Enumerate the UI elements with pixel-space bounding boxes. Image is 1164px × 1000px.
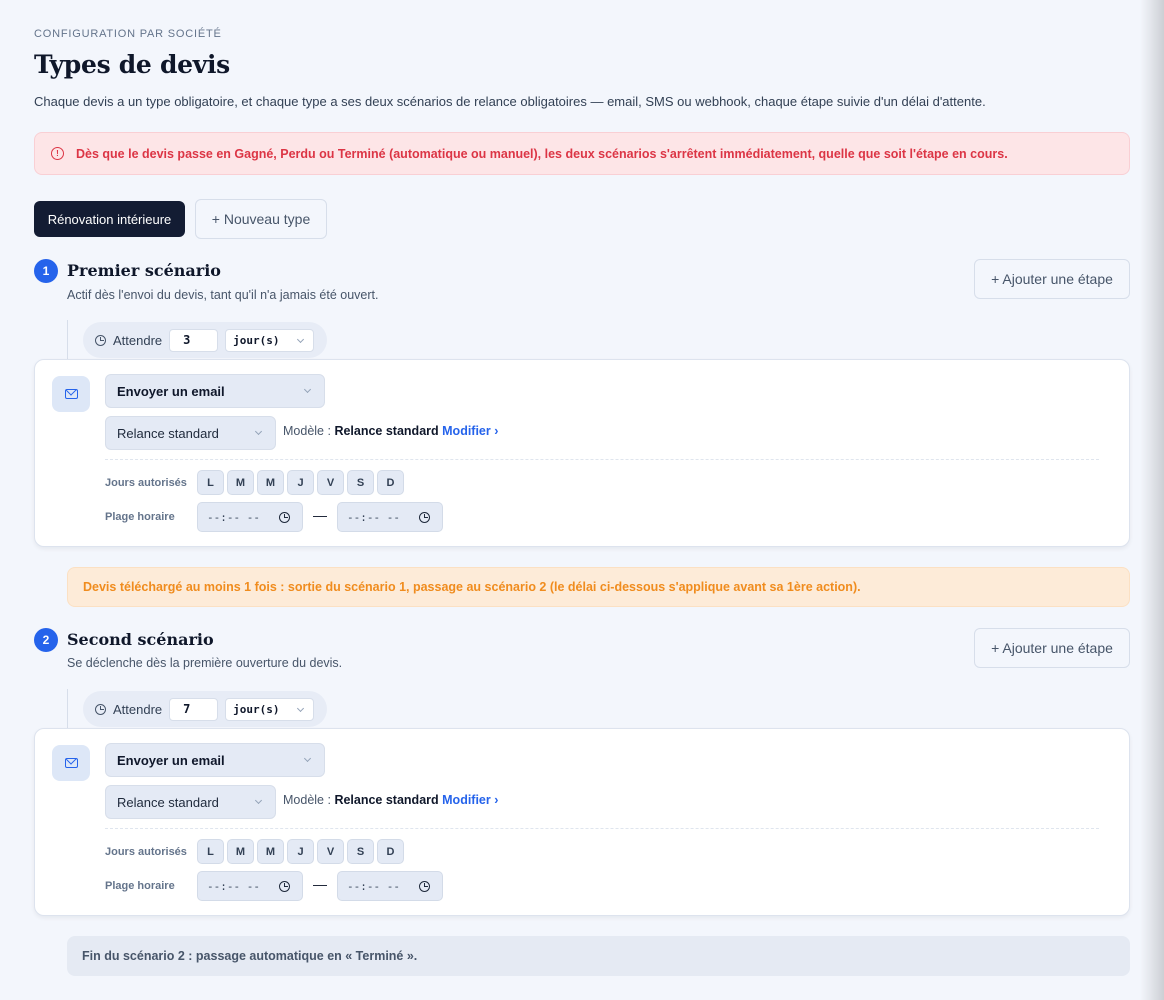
day-toggle-monday[interactable]: L — [197, 839, 224, 864]
stop-alert: ! Dès que le devis passe en Gagné, Perdu… — [34, 132, 1130, 175]
model-label: Modèle : — [283, 793, 331, 807]
day-toggle-monday[interactable]: L — [197, 470, 224, 495]
step-template-select[interactable]: Relance standard — [105, 416, 276, 450]
step-template-value: Relance standard — [117, 794, 219, 810]
wait-unit-value: jour(s) — [233, 702, 280, 716]
page-title: Types de devis — [34, 50, 230, 79]
step-template-value: Relance standard — [117, 425, 219, 441]
wait-label: Attendre — [113, 332, 163, 348]
tab-renovation-interieure[interactable]: Rénovation intérieure — [34, 201, 185, 237]
scenario-2-wait: Attendre 7 jour(s) — [83, 691, 327, 727]
time-range-label: Plage horaire — [105, 880, 175, 892]
clock-icon — [95, 703, 106, 715]
wait-unit-value: jour(s) — [233, 333, 280, 347]
chevron-down-icon — [254, 427, 263, 436]
scenario-1-wait: Attendre 3 jour(s) — [83, 322, 327, 358]
step-action-select[interactable]: Envoyer un email — [105, 374, 325, 408]
scenario-2-number: 2 — [34, 628, 58, 652]
wait-unit-select[interactable]: jour(s) — [225, 697, 315, 721]
day-toggle-saturday[interactable]: S — [347, 839, 374, 864]
scenario-1-title: Premier scénario — [67, 261, 221, 280]
day-toggle-friday[interactable]: V — [317, 470, 344, 495]
transition-note: Devis téléchargé au moins 1 fois : sorti… — [67, 567, 1130, 607]
divider — [105, 459, 1099, 460]
chevron-down-icon — [303, 754, 312, 763]
new-type-button[interactable]: + Nouveau type — [195, 199, 327, 239]
step-template-select[interactable]: Relance standard — [105, 785, 276, 819]
chevron-down-icon — [303, 385, 312, 394]
page-subtitle: Chaque devis a un type obligatoire, et c… — [34, 94, 986, 109]
alert-text: Dès que le devis passe en Gagné, Perdu o… — [76, 146, 1008, 161]
start-time-input[interactable]: --:-- -- — [197, 502, 303, 532]
scenario-2-title: Second scénario — [67, 630, 214, 649]
scenario-2-add-step-button[interactable]: + Ajouter une étape — [974, 628, 1130, 668]
clock-icon — [419, 881, 430, 892]
chevron-down-icon — [254, 796, 263, 805]
day-toggle-thursday[interactable]: J — [287, 839, 314, 864]
time-range-separator: — — [313, 507, 327, 523]
edit-model-link[interactable]: Modifier › — [442, 424, 498, 438]
scenario-1-add-step-button[interactable]: + Ajouter une étape — [974, 259, 1130, 299]
step-action-value: Envoyer un email — [117, 383, 225, 399]
wait-value-input[interactable]: 3 — [169, 328, 219, 352]
end-time-value: --:-- -- — [347, 879, 400, 893]
end-time-input[interactable]: --:-- -- — [337, 871, 443, 901]
day-toggle-tuesday[interactable]: M — [227, 839, 254, 864]
chevron-down-icon — [297, 704, 305, 712]
day-toggle-wednesday[interactable]: M — [257, 839, 284, 864]
step-type-badge — [52, 376, 90, 412]
day-toggle-saturday[interactable]: S — [347, 470, 374, 495]
scenario-1-timeline — [67, 320, 68, 360]
right-edge-shadow — [1140, 0, 1164, 1000]
model-info: Modèle : Relance standard Modifier › — [283, 793, 498, 807]
clock-icon — [419, 512, 430, 523]
allowed-days: L M M J V S D — [197, 470, 407, 495]
mail-icon — [64, 389, 78, 399]
page-eyebrow: CONFIGURATION PAR SOCIÉTÉ — [34, 28, 222, 40]
step-action-select[interactable]: Envoyer un email — [105, 743, 325, 777]
time-range-separator: — — [313, 876, 327, 892]
step-type-badge — [52, 745, 90, 781]
chevron-down-icon — [297, 335, 305, 343]
model-label: Modèle : — [283, 424, 331, 438]
scenario-2-timeline — [67, 689, 68, 729]
time-range-label: Plage horaire — [105, 511, 175, 523]
model-name: Relance standard — [334, 424, 439, 438]
wait-label: Attendre — [113, 701, 163, 717]
end-note: Fin du scénario 2 : passage automatique … — [67, 936, 1130, 976]
start-time-input[interactable]: --:-- -- — [197, 871, 303, 901]
start-time-value: --:-- -- — [207, 510, 260, 524]
allowed-days-label: Jours autorisés — [105, 477, 187, 489]
scenario-2-description: Se déclenche dès la première ouverture d… — [67, 656, 343, 670]
end-time-input[interactable]: --:-- -- — [337, 502, 443, 532]
scenario-1-number: 1 — [34, 259, 58, 283]
clock-icon — [279, 881, 290, 892]
step-action-value: Envoyer un email — [117, 752, 225, 768]
start-time-value: --:-- -- — [207, 879, 260, 893]
edit-model-link[interactable]: Modifier › — [442, 793, 498, 807]
clock-icon — [95, 334, 106, 346]
allowed-days: L M M J V S D — [197, 839, 407, 864]
day-toggle-thursday[interactable]: J — [287, 470, 314, 495]
divider — [105, 828, 1099, 829]
clock-icon — [279, 512, 290, 523]
mail-icon — [64, 758, 78, 768]
day-toggle-sunday[interactable]: D — [377, 470, 404, 495]
day-toggle-tuesday[interactable]: M — [227, 470, 254, 495]
scenario-1-step-card: Envoyer un email Relance standard Modèle… — [34, 359, 1130, 547]
day-toggle-friday[interactable]: V — [317, 839, 344, 864]
day-toggle-wednesday[interactable]: M — [257, 470, 284, 495]
end-time-value: --:-- -- — [347, 510, 400, 524]
model-name: Relance standard — [334, 793, 439, 807]
alert-circle-icon: ! — [51, 147, 64, 160]
wait-value-input[interactable]: 7 — [169, 697, 219, 721]
scenario-2-step-card: Envoyer un email Relance standard Modèle… — [34, 728, 1130, 916]
wait-unit-select[interactable]: jour(s) — [225, 328, 315, 352]
day-toggle-sunday[interactable]: D — [377, 839, 404, 864]
allowed-days-label: Jours autorisés — [105, 846, 187, 858]
scenario-1-description: Actif dès l'envoi du devis, tant qu'il n… — [67, 288, 379, 302]
model-info: Modèle : Relance standard Modifier › — [283, 424, 498, 438]
